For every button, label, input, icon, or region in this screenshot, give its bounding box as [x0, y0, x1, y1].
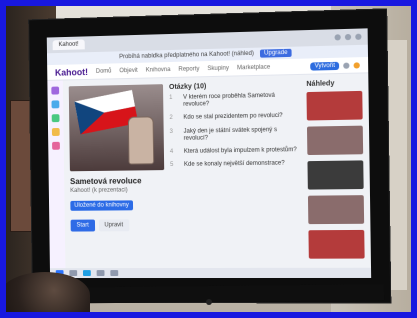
edit-button[interactable]: Upravit [98, 219, 130, 232]
thumbnails-panel: Náhledy [306, 80, 365, 272]
rail-library-icon[interactable] [51, 114, 60, 123]
nav-right: Vytvořit [310, 61, 360, 71]
screen-pull-handle [206, 299, 212, 305]
thumbnail[interactable] [308, 229, 365, 259]
thumbnail[interactable] [307, 195, 365, 225]
close-icon[interactable] [355, 33, 362, 40]
nav-item-home[interactable]: Domů [96, 68, 112, 74]
rail-discover-icon[interactable] [51, 100, 60, 109]
promo-upgrade-button[interactable]: Upgrade [259, 48, 292, 58]
kahoot-overview: Sametová revoluce Kahoot! (k prezentaci)… [68, 84, 166, 272]
question-item[interactable]: 5 Kde se konaly největší demonstrace? [170, 160, 301, 169]
notifications-icon[interactable] [343, 62, 350, 69]
browser-window-controls [334, 33, 362, 41]
question-number: 4 [169, 148, 174, 155]
nav-item-marketplace[interactable]: Marketplace [237, 64, 270, 71]
question-number: 5 [170, 162, 174, 169]
photo: Kahoot! Probíhá nabídka předplatného na … [0, 0, 417, 318]
create-button[interactable]: Vytvořit [310, 61, 340, 71]
profile-avatar-icon[interactable] [353, 61, 360, 69]
question-text: Jaký den je státní svátek spojený s revo… [183, 126, 278, 142]
main-content: Sametová revoluce Kahoot! (k prezentaci)… [63, 73, 371, 278]
thumbnails-title: Náhledy [306, 80, 335, 89]
nav-item-reports[interactable]: Reporty [178, 66, 199, 73]
nav-item-groups[interactable]: Skupiny [207, 65, 229, 72]
thumbnail[interactable] [306, 90, 363, 121]
kahoot-subtitle: Kahoot! (k prezentaci) [70, 187, 128, 195]
windows-taskbar [49, 267, 372, 279]
start-button[interactable]: Start [70, 219, 95, 232]
nav-item-library[interactable]: Knihovna [146, 66, 171, 73]
question-text: Kdo se stal prezidentem po revoluci? [183, 113, 283, 122]
projected-ui: Kahoot! Probíhá nabídka předplatného na … [46, 28, 372, 279]
question-item[interactable]: 3 Jaký den je státní svátek spojený s re… [170, 126, 301, 143]
browser-taskbar-icon[interactable] [82, 270, 91, 277]
kahoot-actions: Start Upravit [70, 219, 165, 232]
nav-item-discover[interactable]: Objevit [119, 67, 137, 73]
projection-screen: Kahoot! Probíhá nabídka předplatného na … [29, 9, 391, 303]
browser-tab[interactable]: Kahoot! [52, 39, 85, 51]
cover-image [68, 84, 165, 172]
questions-title: Otázky (10) [168, 83, 207, 92]
question-item[interactable]: 1 V kterém roce proběhla Sametová revolu… [169, 92, 300, 109]
questions-panel: Otázky (10) 1 V kterém roce proběhla Sam… [169, 81, 303, 272]
rail-groups-icon[interactable] [52, 141, 60, 150]
file-explorer-icon[interactable] [96, 270, 105, 277]
thumbnail[interactable] [307, 160, 364, 190]
question-item[interactable]: 2 Kdo se stal prezidentem po revoluci? [169, 113, 300, 123]
question-text: Která událost byla impulzem k protestům? [183, 147, 297, 155]
person-head-foreground [0, 272, 90, 318]
question-text: V kterém roce proběhla Sametová revoluce… [183, 92, 275, 108]
thumbnails-list [306, 90, 365, 259]
question-item[interactable]: 4 Která událost byla impulzem k protestů… [170, 147, 301, 156]
maximize-icon[interactable] [344, 33, 352, 41]
minimize-icon[interactable] [334, 34, 341, 41]
thumbnail[interactable] [306, 125, 364, 156]
rail-reports-icon[interactable] [51, 127, 60, 137]
kahoot-logo[interactable]: Kahoot! [55, 67, 88, 78]
taskbar-app-icon[interactable] [110, 270, 119, 277]
kahoot-title: Sametová revoluce [69, 176, 142, 187]
saved-badge: Uložené do knihovny [70, 200, 133, 211]
promo-banner-text: Probíhá nabídka předplatného na Kahoot! … [119, 50, 254, 61]
question-number: 3 [169, 128, 173, 135]
rail-home-icon[interactable] [51, 86, 60, 95]
raised-fist-icon [127, 116, 155, 165]
question-text: Kde se konaly největší demonstrace? [183, 160, 285, 168]
question-number: 2 [169, 115, 173, 122]
question-number: 1 [169, 94, 173, 102]
